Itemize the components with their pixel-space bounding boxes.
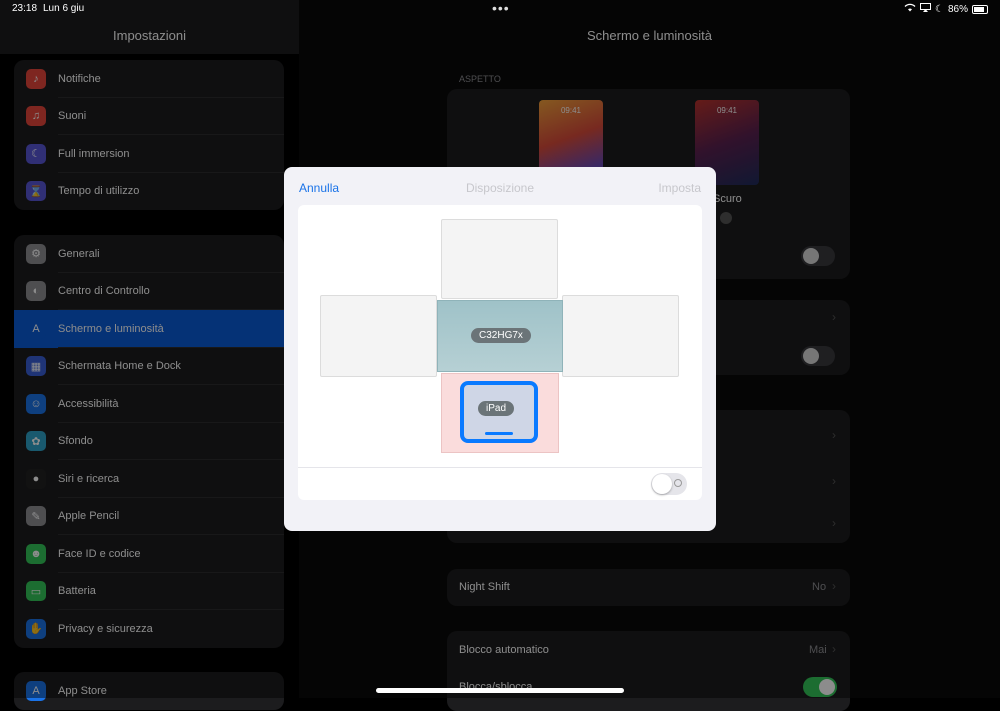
modal-title: Disposizione [465, 181, 535, 195]
screen-mirroring-icon [920, 3, 932, 15]
status-time: 23:18 [12, 3, 38, 14]
modal-toggle[interactable] [651, 473, 687, 495]
wifi-icon [904, 3, 916, 15]
arrangement-modal: Disposizione Annulla Imposta C32HG7x iPa… [284, 167, 716, 531]
ipad-dock-bar [485, 432, 513, 435]
status-bar: 23:18 Lun 6 giu ••• ☾ 86% [0, 0, 1000, 18]
set-button[interactable]: Imposta [658, 181, 701, 195]
external-display[interactable]: C32HG7x [437, 300, 563, 372]
battery-percent: 86% [947, 3, 968, 15]
modal-separator [298, 467, 702, 468]
drop-slot-top[interactable] [441, 219, 558, 299]
battery-icon [972, 4, 988, 14]
ipad-display[interactable]: iPad [460, 381, 538, 443]
drop-slot-right[interactable] [562, 295, 679, 377]
drop-slot-left[interactable] [320, 295, 437, 377]
ipad-label: iPad [478, 401, 515, 416]
moon-status-icon: ☾ [935, 3, 944, 15]
cancel-button[interactable]: Annulla [299, 181, 339, 195]
home-indicator[interactable] [376, 688, 624, 693]
display-arrangement-area: C32HG7x iPad [298, 205, 702, 500]
external-display-label: C32HG7x [471, 328, 531, 343]
multitasking-dots-icon[interactable]: ••• [492, 0, 510, 16]
status-date: Lun 6 giu [43, 3, 85, 14]
status-right: ☾ 86% [904, 3, 988, 15]
